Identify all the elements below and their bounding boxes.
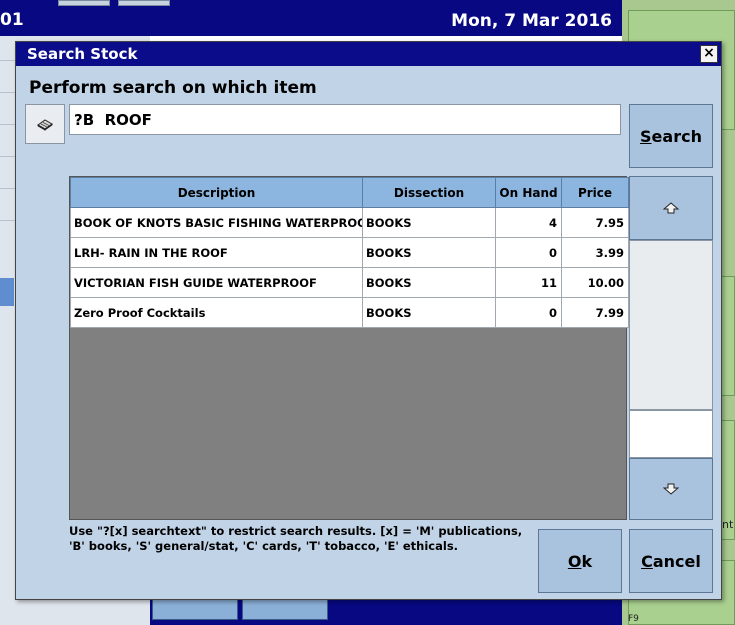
background-selected-row [0, 278, 14, 306]
cell-price: 7.95 [561, 207, 629, 238]
scroll-thumb[interactable] [629, 410, 713, 458]
f9-label: F9 [628, 614, 639, 624]
cell-price: 3.99 [561, 237, 629, 268]
search-button-mnemonic: S [640, 126, 652, 146]
cancel-button-label: ancel [652, 551, 701, 571]
current-date: Mon, 7 Mar 2016 [451, 11, 612, 31]
cell-dissection: BOOKS [362, 297, 496, 328]
cell-price: 7.99 [561, 297, 629, 328]
cell-description: Zero Proof Cocktails [70, 297, 363, 328]
search-prompt: Perform search on which item [29, 78, 317, 98]
arrow-down-icon [663, 483, 679, 495]
table-row[interactable]: BOOK OF KNOTS BASIC FISHING WATERPROOF B… [70, 207, 629, 238]
ok-button[interactable]: Ok [538, 529, 622, 593]
cell-on-hand: 0 [495, 237, 562, 268]
cancel-button-mnemonic: C [641, 551, 653, 571]
cell-dissection: BOOKS [362, 267, 496, 298]
cell-price: 10.00 [561, 267, 629, 298]
background-title-bar: 01 Mon, 7 Mar 2016 [0, 0, 622, 36]
table-row[interactable]: Zero Proof Cocktails BOOKS 0 7.99 [70, 297, 629, 328]
cell-dissection: BOOKS [362, 237, 496, 268]
scroll-up-button[interactable] [629, 176, 713, 240]
search-button-label: earch [651, 126, 702, 146]
cell-description: VICTORIAN FISH GUIDE WATERPROOF [70, 267, 363, 298]
cell-dissection: BOOKS [362, 207, 496, 238]
column-header-dissection[interactable]: Dissection [362, 177, 496, 208]
table-header-row: Description Dissection On Hand Price [70, 177, 629, 208]
register-id: 01 [0, 10, 24, 30]
dialog-title: Search Stock [27, 45, 138, 63]
ok-button-label: k [581, 551, 593, 571]
cell-description: LRH- RAIN IN THE ROOF [70, 237, 363, 268]
search-button[interactable]: Search [629, 104, 713, 168]
search-input[interactable] [69, 104, 621, 135]
cell-description: BOOK OF KNOTS BASIC FISHING WATERPROOF [70, 207, 363, 238]
background-bottom-bar [150, 598, 622, 625]
results-table: Description Dissection On Hand Price BOO… [70, 177, 629, 328]
keyboard-button[interactable] [25, 104, 65, 144]
cell-on-hand: 4 [495, 207, 562, 238]
background-label: nt [722, 518, 734, 531]
search-stock-dialog: Search Stock × Perform search on which i… [15, 41, 722, 600]
scroll-track[interactable] [629, 240, 713, 410]
search-help-text: Use "?[x] searchtext" to restrict search… [69, 524, 523, 553]
scroll-down-button[interactable] [629, 458, 713, 520]
close-icon: × [703, 45, 715, 61]
arrow-up-icon [663, 202, 679, 214]
cell-on-hand: 0 [495, 297, 562, 328]
background-button[interactable] [242, 598, 328, 620]
background-tab[interactable] [118, 0, 170, 6]
column-header-description[interactable]: Description [70, 177, 363, 208]
results-grid: Description Dissection On Hand Price BOO… [69, 176, 629, 520]
ok-button-mnemonic: O [567, 551, 582, 571]
close-button[interactable]: × [700, 45, 718, 63]
column-header-on-hand[interactable]: On Hand [495, 177, 562, 208]
keyboard-icon [37, 119, 53, 131]
table-row[interactable]: VICTORIAN FISH GUIDE WATERPROOF BOOKS 11… [70, 267, 629, 298]
dialog-title-bar: Search Stock × [16, 42, 721, 66]
table-row[interactable]: LRH- RAIN IN THE ROOF BOOKS 0 3.99 [70, 237, 629, 268]
background-tab[interactable] [58, 0, 110, 6]
cell-on-hand: 11 [495, 267, 562, 298]
cancel-button[interactable]: Cancel [629, 529, 713, 593]
column-header-price[interactable]: Price [561, 177, 629, 208]
background-button[interactable] [152, 598, 238, 620]
